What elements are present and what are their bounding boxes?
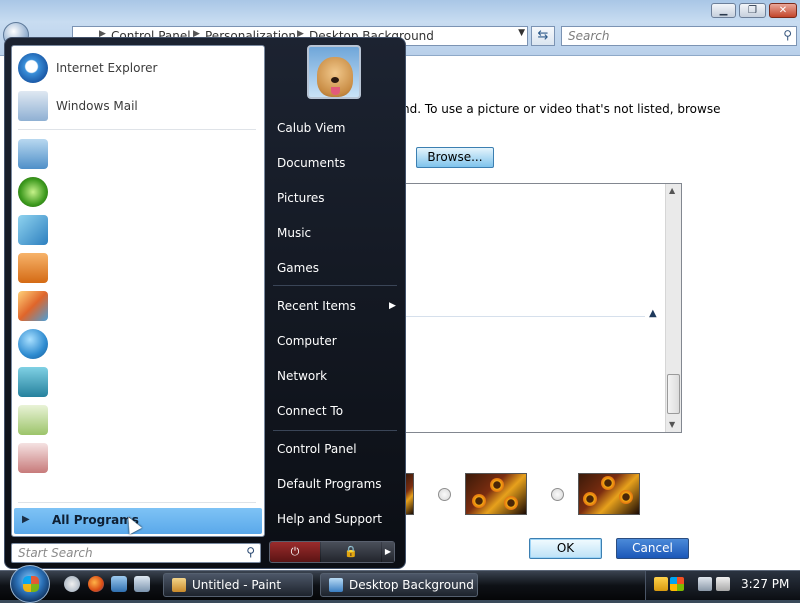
menu-default-programs[interactable]: Default Programs xyxy=(277,477,382,491)
windows-update-icon[interactable] xyxy=(18,177,48,207)
power-icon[interactable]: ⏻ xyxy=(270,542,320,562)
task-label: Untitled - Paint xyxy=(192,578,282,592)
start-menu-programs-pane: Internet Explorer Windows Mail ▶ All Pro… xyxy=(11,45,265,537)
paint-icon[interactable] xyxy=(18,443,48,473)
group-divider xyxy=(405,316,645,317)
divider xyxy=(18,502,256,503)
system-tray: 3:27 PM xyxy=(645,571,800,600)
power-controls: ⏻ 🔒 ▶ xyxy=(269,541,395,563)
picture-list[interactable]: ▲ ▲ ▼ xyxy=(404,183,682,433)
quick-launch-icon[interactable] xyxy=(134,576,150,592)
wallpaper-thumbnail[interactable] xyxy=(578,473,640,515)
pinned-windows-mail[interactable]: Windows Mail xyxy=(18,91,258,123)
description-text: nd. To use a picture or video that's not… xyxy=(402,102,721,116)
close-button[interactable]: ✕ xyxy=(769,3,797,18)
security-shield-icon[interactable] xyxy=(654,577,668,591)
divider xyxy=(273,285,397,286)
internet-explorer-icon xyxy=(18,53,48,83)
browse-button[interactable]: Browse... xyxy=(416,147,494,168)
scrollbar[interactable]: ▲ ▼ xyxy=(665,184,681,432)
window-search-input[interactable]: Search ⚲ xyxy=(561,26,797,46)
calculator-icon[interactable] xyxy=(18,139,48,169)
cancel-button[interactable]: Cancel xyxy=(616,538,689,559)
menu-network[interactable]: Network xyxy=(277,369,327,383)
menu-recent-items[interactable]: Recent Items xyxy=(277,299,356,313)
control-panel-icon xyxy=(329,578,343,592)
submenu-arrow-icon: ▶ xyxy=(389,301,396,311)
firefox-icon[interactable] xyxy=(88,576,104,592)
photo-gallery-icon[interactable] xyxy=(18,291,48,321)
pinned-label: Internet Explorer xyxy=(56,61,158,75)
contacts-icon[interactable] xyxy=(18,329,48,359)
divider xyxy=(273,430,397,431)
start-search-input[interactable]: Start Search ⚲ xyxy=(11,543,261,563)
menu-music[interactable]: Music xyxy=(277,226,311,240)
task-label: Desktop Background xyxy=(349,578,474,592)
radio-button[interactable] xyxy=(551,488,564,501)
radio-button[interactable] xyxy=(438,488,451,501)
show-desktop-icon[interactable] xyxy=(64,576,80,592)
windows-flag-icon[interactable] xyxy=(670,577,684,591)
clock[interactable]: 3:27 PM xyxy=(741,577,789,591)
menu-help-and-support[interactable]: Help and Support xyxy=(277,512,382,526)
media-center-icon[interactable] xyxy=(18,367,48,397)
shutdown-options-arrow-icon[interactable]: ▶ xyxy=(382,542,394,562)
pinned-internet-explorer[interactable]: Internet Explorer xyxy=(18,53,258,85)
search-placeholder: Search xyxy=(568,29,610,43)
menu-user-folder[interactable]: Calub Viem xyxy=(277,121,345,135)
media-player-icon[interactable] xyxy=(18,253,48,283)
sticky-notes-icon[interactable] xyxy=(18,405,48,435)
taskbar-button-desktop-background[interactable]: Desktop Background xyxy=(320,573,478,597)
user-avatar[interactable] xyxy=(307,45,361,99)
arrow-right-icon: ▶ xyxy=(22,514,30,525)
collapse-chevron-icon[interactable]: ▲ xyxy=(649,308,657,319)
menu-control-panel[interactable]: Control Panel xyxy=(277,442,357,456)
volume-muted-icon[interactable] xyxy=(716,577,730,591)
scroll-up-icon[interactable]: ▲ xyxy=(669,186,675,195)
windows-logo-icon xyxy=(23,576,39,592)
taskbar-button-paint[interactable]: Untitled - Paint xyxy=(163,573,313,597)
chevron-down-icon[interactable]: ▼ xyxy=(518,28,525,38)
games-explorer-icon[interactable] xyxy=(18,215,48,245)
wallpaper-thumbnail[interactable] xyxy=(465,473,527,515)
windows-mail-icon xyxy=(18,91,48,121)
menu-pictures[interactable]: Pictures xyxy=(277,191,325,205)
lock-icon[interactable]: 🔒 xyxy=(321,542,381,562)
start-button[interactable] xyxy=(10,565,50,603)
minimize-button[interactable]: ▁ xyxy=(711,3,736,18)
network-disconnected-icon[interactable] xyxy=(698,577,712,591)
ok-button[interactable]: OK xyxy=(529,538,602,559)
switch-windows-icon[interactable] xyxy=(111,576,127,592)
pinned-label: Windows Mail xyxy=(56,99,138,113)
maximize-button[interactable]: ❐ xyxy=(739,3,766,18)
refresh-button[interactable]: ⇆ xyxy=(531,26,555,46)
scroll-thumb[interactable] xyxy=(667,374,680,414)
menu-computer[interactable]: Computer xyxy=(277,334,337,348)
start-search-placeholder: Start Search xyxy=(18,546,93,560)
search-icon[interactable]: ⚲ xyxy=(783,28,792,42)
paint-icon xyxy=(172,578,186,592)
search-icon[interactable]: ⚲ xyxy=(246,545,255,559)
divider xyxy=(18,129,256,130)
menu-documents[interactable]: Documents xyxy=(277,156,345,170)
scroll-down-icon[interactable]: ▼ xyxy=(669,420,675,429)
start-menu: Internet Explorer Windows Mail ▶ All Pro… xyxy=(4,37,406,569)
menu-connect-to[interactable]: Connect To xyxy=(277,404,343,418)
menu-games[interactable]: Games xyxy=(277,261,319,275)
